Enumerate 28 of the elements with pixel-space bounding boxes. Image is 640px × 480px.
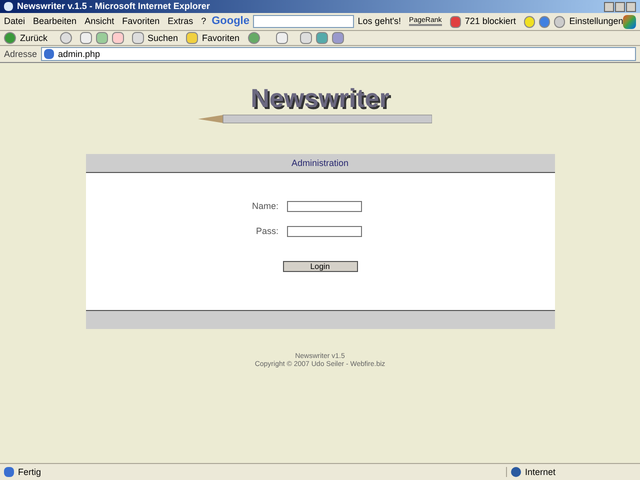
favorites-button[interactable]: Favoriten	[202, 34, 240, 42]
input-field[interactable]	[286, 201, 362, 212]
pencil-icon	[198, 114, 432, 124]
back-button[interactable]: Zurück	[20, 34, 48, 42]
login-button[interactable]: Login	[282, 261, 358, 272]
address-label: Adresse	[4, 50, 38, 58]
settings-button[interactable]: Einstellungen	[569, 17, 624, 26]
input-field[interactable]	[286, 226, 362, 237]
search-field[interactable]	[253, 15, 354, 28]
search-button[interactable]: Los geht's!	[358, 17, 402, 26]
menu-item[interactable]: Favoriten	[122, 17, 160, 26]
menu-item[interactable]: Extras	[168, 17, 194, 26]
field-label: Pass:	[254, 227, 278, 236]
status-text: Fertig	[18, 468, 42, 476]
field-label: Name:	[250, 202, 278, 211]
logo-title: Newswriter	[250, 85, 390, 111]
search-toolbar-button[interactable]: Suchen	[148, 34, 178, 42]
address-field[interactable]: admin.php	[41, 47, 636, 61]
menu-item[interactable]: Bearbeiten	[33, 17, 77, 26]
window-title: Newswriter v.1.5 - Microsoft Internet Explorer	[17, 2, 210, 11]
zone-text: Internet	[525, 468, 556, 476]
google-logo: Google	[212, 16, 250, 27]
menu-item[interactable]: Datei	[4, 17, 26, 26]
menu-item[interactable]: ?	[201, 17, 206, 26]
popup-count: 721 blockiert	[464, 17, 516, 26]
menu-item[interactable]: Ansicht	[84, 17, 114, 26]
address-text: admin.php	[58, 50, 100, 58]
panel-title: Administration	[291, 158, 349, 168]
